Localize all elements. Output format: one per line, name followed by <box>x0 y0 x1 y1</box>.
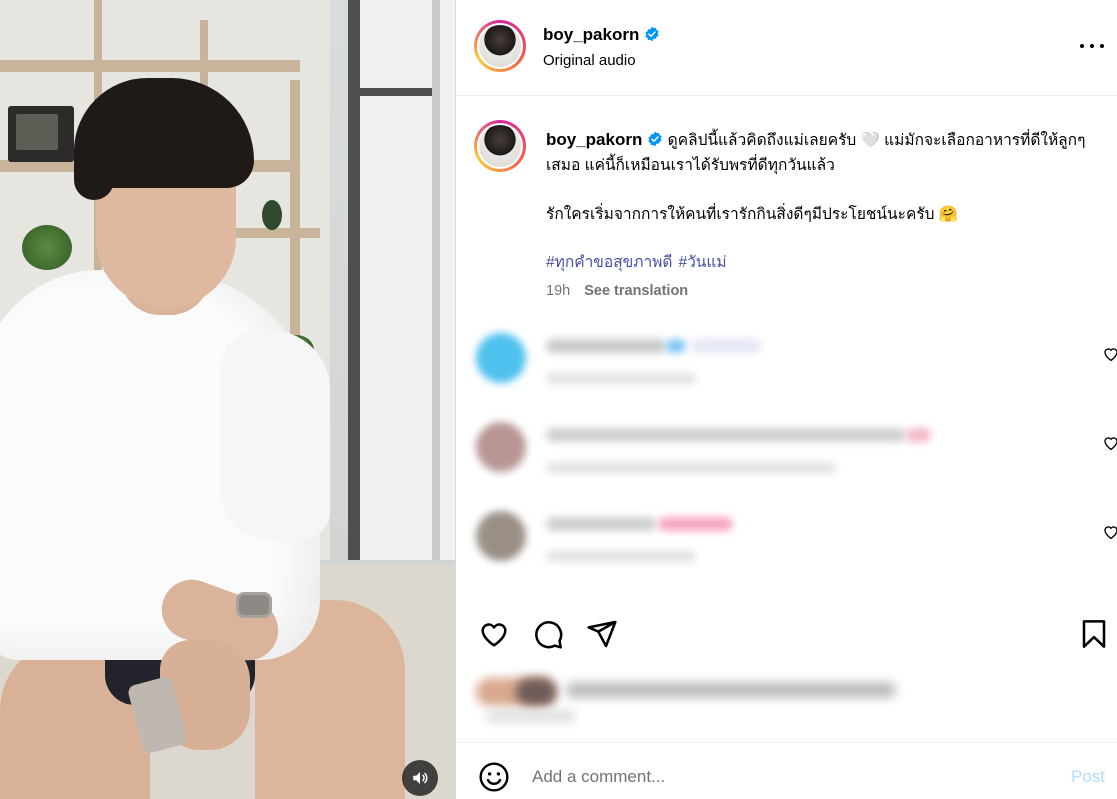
verified-badge-icon <box>648 131 662 147</box>
commenter-avatar[interactable] <box>476 511 526 561</box>
window-frame <box>432 0 440 560</box>
caption-username[interactable]: boy_pakorn <box>546 130 642 149</box>
bookmark-icon[interactable] <box>1078 618 1110 650</box>
liker-avatars-blurred[interactable] <box>516 678 556 706</box>
retro-tv <box>8 106 74 162</box>
emoji-icon[interactable] <box>478 761 510 793</box>
caption-text: boy_pakorn ดูคลิปนี้แล้วคิดถึงแม่เลยครับ… <box>546 127 1111 178</box>
post-time[interactable]: 19h <box>546 283 570 299</box>
heart-icon[interactable] <box>1102 345 1117 363</box>
hair <box>74 140 114 200</box>
comment-icon[interactable] <box>532 618 564 650</box>
comment-item <box>466 325 1117 405</box>
heart-icon[interactable] <box>1102 523 1117 541</box>
wristwatch <box>236 592 272 618</box>
heart-icon[interactable] <box>478 618 510 650</box>
window-frame <box>358 88 438 96</box>
heart-icon[interactable] <box>1102 434 1117 452</box>
send-icon[interactable] <box>586 618 618 650</box>
commenter-avatar[interactable] <box>476 422 526 472</box>
comment-emoji-blurred <box>658 517 733 531</box>
author-username[interactable]: boy_pakorn <box>543 25 660 45</box>
comment-text-blurred <box>546 428 906 442</box>
post-media[interactable] <box>0 0 455 799</box>
commenter-avatar[interactable] <box>476 333 526 383</box>
caption-avatar[interactable] <box>474 120 526 172</box>
audio-label[interactable]: Original audio <box>543 52 636 69</box>
post-header: boy_pakorn Original audio <box>456 0 1117 96</box>
caption-line-2: รักใครเริ่มจากการให้คนที่เรารักกินสิ่งดี… <box>546 206 959 223</box>
author-avatar[interactable] <box>474 20 526 72</box>
plant <box>262 200 282 230</box>
post-panel: boy_pakorn Original audio boy_pakorn ดูค… <box>455 0 1117 799</box>
see-translation-link[interactable]: See translation <box>584 283 688 299</box>
hashtag-link[interactable]: #วันแม่ <box>678 254 726 271</box>
action-bar <box>456 598 1117 668</box>
window-frame <box>348 0 360 560</box>
comment-composer: Add a comment... Post <box>456 742 1117 799</box>
more-options-icon[interactable] <box>1080 36 1104 56</box>
comment-item <box>466 414 1117 494</box>
comment-meta-blurred <box>546 551 696 562</box>
comment-username-blurred <box>546 517 656 531</box>
audio-toggle-button[interactable] <box>402 760 438 796</box>
comment-emoji-blurred <box>906 428 931 442</box>
hashtags: #ทุกคำขอสุขภาพดี #วันแม่ <box>546 249 733 274</box>
plant <box>22 225 72 270</box>
comment-username-blurred <box>546 339 666 353</box>
hashtag-link[interactable]: #ทุกคำขอสุขภาพดี <box>546 254 672 271</box>
verified-badge-icon <box>645 26 659 42</box>
shirt-sleeve <box>220 330 330 540</box>
liked-by-text-blurred[interactable] <box>566 682 896 698</box>
comment-meta-blurred <box>546 462 836 473</box>
comment-text-blurred <box>691 339 761 353</box>
likes-summary <box>476 668 956 724</box>
likes-meta-blurred <box>486 710 576 722</box>
shelf-board <box>0 60 300 72</box>
post-comment-button[interactable]: Post <box>1071 767 1105 787</box>
comment-badge-blurred <box>666 339 686 353</box>
add-comment-input[interactable]: Add a comment... <box>532 767 665 787</box>
author-username-text[interactable]: boy_pakorn <box>543 25 639 44</box>
speaker-icon <box>413 772 428 784</box>
comment-item <box>466 503 1117 583</box>
post-meta: 19h See translation <box>546 283 688 299</box>
comment-meta-blurred <box>546 373 696 384</box>
